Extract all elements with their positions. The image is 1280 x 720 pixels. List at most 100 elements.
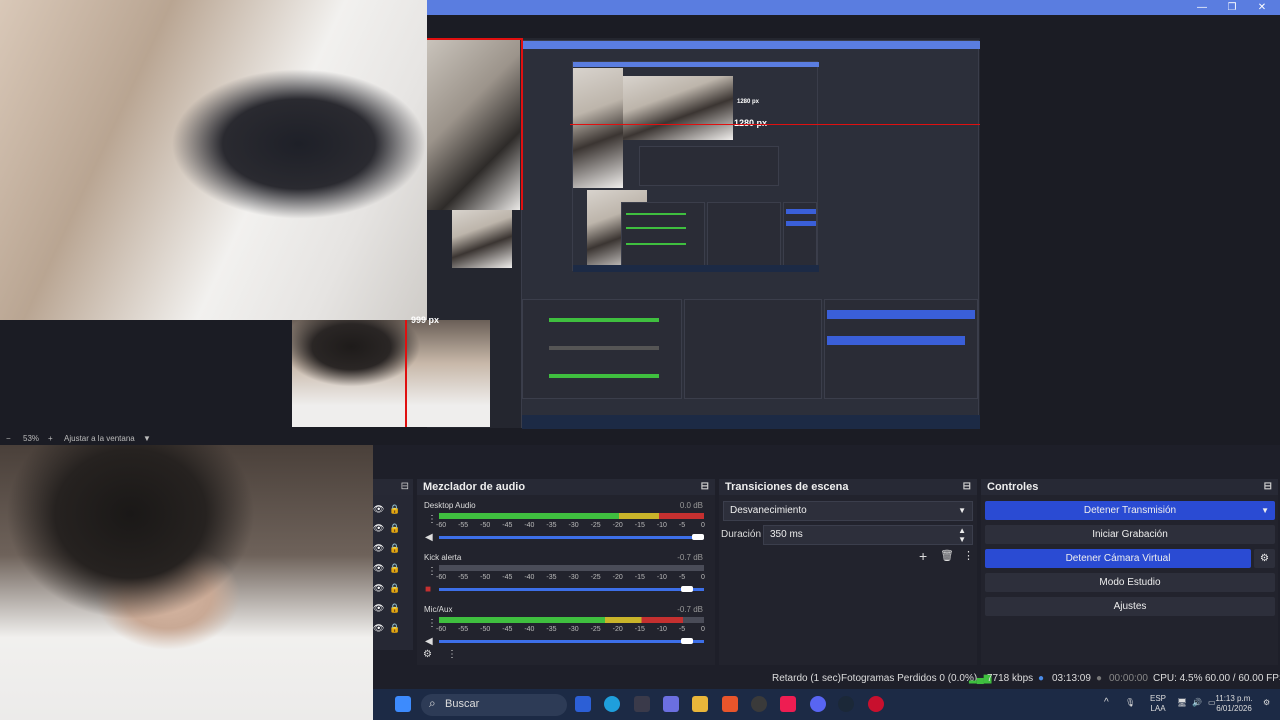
lock-icon[interactable]: 🔒 — [389, 543, 400, 554]
zoom-out-button[interactable]: − — [6, 434, 11, 443]
scale-tick: -45 — [502, 522, 513, 529]
volume-icon[interactable]: 🔊 — [1192, 698, 1202, 708]
lang-line2: LAA — [1150, 704, 1166, 713]
studio-mode-button[interactable]: Modo Estudio — [985, 573, 1275, 592]
taskbar-search[interactable]: ⌕ Buscar — [421, 694, 567, 716]
dock-menu-icon[interactable]: ⊟ — [1264, 479, 1272, 495]
notifications-icon[interactable]: ⚙ — [1263, 698, 1270, 708]
eye-icon[interactable]: 👁 — [373, 504, 384, 515]
microphone-icon[interactable]: 🎙 — [1125, 698, 1135, 708]
search-icon: ⌕ — [429, 696, 436, 710]
mixer-settings-icon[interactable]: ⚙ — [423, 649, 432, 660]
volume-slider[interactable] — [439, 640, 704, 643]
audio-mixer-dock: Mezclador de audio ⊟ Desktop Audio 0.0 d… — [417, 479, 715, 665]
nested-webcam-2 — [623, 76, 733, 140]
channel-db: 0.0 dB — [679, 501, 703, 510]
speaker-icon[interactable]: ◀ — [425, 636, 433, 647]
add-transition-icon[interactable]: + — [919, 548, 927, 564]
store-icon[interactable] — [634, 696, 650, 712]
scale-tick: 0 — [701, 574, 705, 581]
steam-icon[interactable] — [838, 696, 854, 712]
duration-input[interactable]: 350 ms ▲ ▼ — [763, 525, 973, 545]
volume-slider[interactable] — [439, 588, 704, 591]
eye-icon[interactable]: 👁 — [373, 583, 384, 594]
maximize-button[interactable]: ❐ — [1217, 0, 1247, 15]
more-options-icon[interactable]: ⋮ — [963, 549, 974, 562]
discord-icon[interactable] — [810, 696, 826, 712]
scale-tick: -5 — [678, 574, 686, 581]
nested-size-label: 1280 px — [737, 99, 760, 105]
stepper-down-icon[interactable]: ▼ — [958, 531, 966, 549]
fps-status: 60.00 / 60.00 FPS — [1205, 673, 1280, 684]
sources-header: ⊟ — [373, 479, 413, 495]
dock-menu-icon[interactable]: ⊟ — [701, 479, 709, 495]
speaker-icon[interactable]: ◀ — [425, 532, 433, 543]
eye-icon[interactable]: 👁 — [373, 523, 384, 534]
webcam-in-preview — [427, 40, 520, 210]
tiktok-icon[interactable] — [780, 696, 796, 712]
app-icon-1[interactable] — [575, 696, 591, 712]
nested-controls-panel — [783, 202, 817, 268]
lock-icon[interactable]: 🔒 — [389, 583, 400, 594]
scale-tick: -20 — [612, 626, 623, 633]
record-icon: ● — [1096, 673, 1103, 684]
stop-stream-button[interactable]: Detener Transmisión ▼ — [985, 501, 1275, 520]
clock[interactable]: 11:13 p.m. 6/01/2026 — [1211, 694, 1257, 714]
lock-icon[interactable]: 🔒 — [389, 523, 400, 534]
edge-icon[interactable] — [604, 696, 620, 712]
minimize-button[interactable]: — — [1187, 0, 1217, 15]
trash-icon[interactable]: 🗑 — [940, 549, 954, 562]
network-icon[interactable]: 🖥 — [1177, 698, 1187, 708]
gear-icon[interactable]: ⚙ — [1254, 549, 1275, 568]
lock-icon[interactable]: 🔒 — [389, 563, 400, 574]
webcam-in-preview-small — [452, 210, 512, 268]
folder-icon[interactable] — [692, 696, 708, 712]
nested-mixer-mini — [639, 146, 779, 186]
stop-stream-label: Detener Transmisión — [1083, 505, 1177, 516]
zoom-in-button[interactable]: + — [48, 434, 53, 443]
lock-icon[interactable]: 🔒 — [389, 504, 400, 515]
mixer-channel: Kick alerta -0.7 dB ⋮ -60 -55 -50 -45 -40 -35… — [417, 551, 715, 601]
dock-menu-icon[interactable]: ⊟ — [963, 479, 971, 495]
eye-icon[interactable]: 👁 — [373, 623, 384, 634]
preview-canvas[interactable]: 1280 px 1280 px — [427, 38, 980, 429]
zoom-fit-label[interactable]: Ajustar a la ventana — [64, 434, 135, 443]
language-indicator[interactable]: ESP LAA — [1148, 694, 1168, 714]
lock-icon[interactable]: 🔒 — [389, 623, 400, 634]
controls-header: Controles ⊟ — [981, 479, 1278, 495]
lock-icon[interactable]: 🔒 — [389, 603, 400, 614]
channel-name: Kick alerta — [424, 553, 462, 562]
scale-tick: -30 — [568, 522, 579, 529]
transition-select[interactable]: Desvanecimiento ▼ — [723, 501, 973, 521]
start-recording-button[interactable]: Iniciar Grabación — [985, 525, 1275, 544]
obs-icon[interactable] — [751, 696, 767, 712]
volume-knob[interactable] — [681, 638, 694, 644]
eye-icon[interactable]: 👁 — [373, 563, 384, 574]
brave-icon[interactable] — [722, 696, 738, 712]
zoom-dropdown-icon[interactable]: ▼ — [143, 434, 151, 443]
muted-speaker-icon[interactable]: ■ — [425, 584, 431, 595]
dock-menu-icon[interactable]: ⊟ — [401, 481, 409, 492]
scale-tick: -5 — [678, 522, 686, 529]
mixer-more-icon[interactable]: ⋮ — [447, 649, 457, 660]
scale-tick: 0 — [701, 626, 705, 633]
tray-chevron-up-icon[interactable]: ^ — [1104, 698, 1109, 708]
channel-name: Mic/Aux — [424, 605, 453, 614]
volume-knob[interactable] — [681, 586, 694, 592]
eye-icon[interactable]: 👁 — [373, 543, 384, 554]
volume-slider[interactable] — [439, 536, 704, 539]
stream-icon: ● — [1038, 673, 1045, 684]
window-titlebar[interactable]: — ❐ ✕ — [427, 0, 1280, 15]
close-button[interactable]: ✕ — [1247, 0, 1277, 15]
app-icon-red[interactable] — [868, 696, 884, 712]
overlay-size-label: 999 px — [411, 315, 440, 325]
eye-icon[interactable]: 👁 — [373, 603, 384, 614]
copilot-icon[interactable] — [663, 696, 679, 712]
stop-virtual-camera-button[interactable]: Detener Cámara Virtual — [985, 549, 1251, 568]
volume-knob[interactable] — [692, 534, 704, 540]
guide-line-vertical — [521, 38, 523, 210]
settings-button[interactable]: Ajustes — [985, 597, 1275, 616]
chevron-down-icon[interactable]: ▼ — [1261, 501, 1269, 520]
scale-tick: -15 — [634, 522, 645, 529]
windows-start-icon[interactable] — [395, 696, 411, 712]
